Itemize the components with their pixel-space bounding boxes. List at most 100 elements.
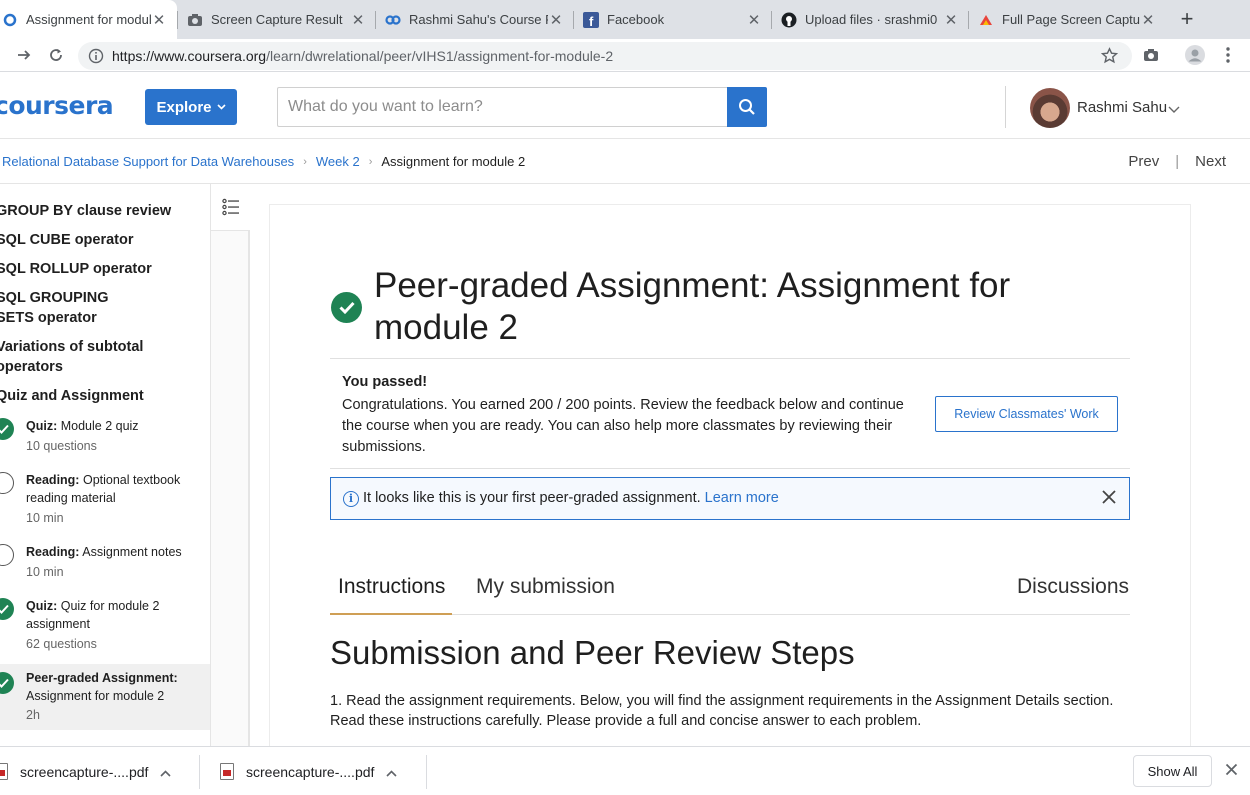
close-icon[interactable] bbox=[1101, 489, 1117, 510]
site-header: coursera Explore Rashmi Sahu bbox=[0, 72, 1250, 139]
browser-tab-active[interactable]: Assignment for module ✕ bbox=[0, 0, 177, 39]
breadcrumb-week-link[interactable]: Week 2 bbox=[316, 154, 360, 169]
tab-close-icon[interactable]: ✕ bbox=[548, 11, 564, 29]
coursera-favicon-icon bbox=[2, 12, 18, 28]
section-heading: Submission and Peer Review Steps bbox=[330, 634, 855, 671]
sidebar-lesson-grouping-sets[interactable]: SQL GROUPING SETS operator bbox=[0, 288, 146, 328]
sidebar-item-textbook-reading[interactable]: Reading: Optional textbook reading mater… bbox=[0, 466, 210, 538]
outline-toggle-button[interactable] bbox=[211, 184, 250, 231]
search-input[interactable] bbox=[278, 88, 727, 126]
tab-separator bbox=[573, 11, 574, 29]
tab-title: Rashmi Sahu's Course F bbox=[409, 12, 548, 27]
tab-my-submission[interactable]: My submission bbox=[476, 575, 615, 599]
passed-heading: You passed! bbox=[342, 374, 428, 390]
review-classmates-button[interactable]: Review Classmates' Work bbox=[935, 396, 1118, 432]
tab-close-icon[interactable]: ✕ bbox=[350, 11, 366, 29]
browser-menu-icon[interactable] bbox=[1218, 45, 1238, 65]
download-item[interactable]: screencapture-....pdf bbox=[0, 747, 171, 795]
chevron-up-icon[interactable] bbox=[386, 764, 397, 780]
download-separator bbox=[199, 755, 200, 789]
browser-tab[interactable]: Full Page Screen Captu ✕ bbox=[978, 0, 1164, 39]
tab-instructions[interactable]: Instructions bbox=[338, 575, 445, 599]
tab-close-icon[interactable]: ✕ bbox=[943, 11, 959, 29]
breadcrumb-current: Assignment for module 2 bbox=[381, 154, 526, 169]
downloads-bar: screencapture-....pdf screencapture-....… bbox=[0, 746, 1250, 795]
section-paragraph: 1. Read the assignment requirements. Bel… bbox=[330, 693, 1114, 729]
browser-tab-strip: Assignment for module ✕ Screen Capture R… bbox=[0, 0, 1250, 39]
browser-tab[interactable]: Upload files · srashmi0 ✕ bbox=[781, 0, 967, 39]
show-all-button[interactable]: Show All bbox=[1133, 755, 1212, 787]
download-item[interactable]: screencapture-....pdf bbox=[220, 747, 397, 795]
sidebar-item-module-2-quiz[interactable]: Quiz: Module 2 quiz 10 questions bbox=[0, 412, 210, 466]
sidebar-item-meta: 10 min bbox=[26, 565, 64, 579]
active-tab-underline bbox=[330, 613, 452, 615]
sidebar-lesson-cube[interactable]: SQL CUBE operator bbox=[0, 230, 196, 250]
sidebar-item-label: Reading: Assignment notes bbox=[26, 545, 182, 559]
search-button[interactable] bbox=[727, 87, 767, 127]
user-name[interactable]: Rashmi Sahu bbox=[1077, 99, 1167, 116]
chevron-right-icon: › bbox=[303, 155, 307, 168]
chevron-right-icon: › bbox=[368, 155, 373, 168]
sidebar-lesson-rollup[interactable]: SQL ROLLUP operator bbox=[0, 259, 196, 279]
chevron-up-icon[interactable] bbox=[160, 764, 171, 780]
download-separator bbox=[426, 755, 427, 789]
profile-avatar-icon[interactable] bbox=[1185, 45, 1205, 65]
new-tab-button[interactable]: + bbox=[1177, 8, 1197, 30]
sidebar-lesson-variations[interactable]: Variations of subtotal operators bbox=[0, 337, 156, 377]
sidebar-item-meta: 10 questions bbox=[26, 439, 97, 453]
github-favicon-icon bbox=[781, 12, 797, 28]
tab-close-icon[interactable]: ✕ bbox=[151, 11, 167, 29]
reading-book-icon bbox=[0, 472, 14, 494]
breadcrumb-course-link[interactable]: Relational Database Support for Data War… bbox=[2, 154, 294, 169]
tab-close-icon[interactable]: ✕ bbox=[1140, 11, 1156, 29]
avatar[interactable] bbox=[1030, 88, 1070, 128]
chevron-down-icon bbox=[216, 104, 226, 110]
tab-close-icon[interactable]: ✕ bbox=[746, 11, 762, 29]
sidebar-item-meta: 2h bbox=[26, 708, 40, 722]
bookmark-star-icon[interactable] bbox=[1100, 47, 1119, 69]
tab-discussions[interactable]: Discussions bbox=[1017, 575, 1129, 599]
tab-separator bbox=[968, 11, 969, 29]
tab-title: Screen Capture Result bbox=[211, 12, 343, 27]
sidebar-item-assignment-notes[interactable]: Reading: Assignment notes 10 min bbox=[0, 538, 210, 592]
download-filename: screencapture-....pdf bbox=[246, 763, 375, 780]
chevron-down-icon[interactable] bbox=[1168, 101, 1180, 119]
coursera-logo[interactable]: coursera bbox=[0, 91, 114, 120]
sidebar-item-peer-assignment[interactable]: Peer-graded Assignment: Assignment for m… bbox=[0, 664, 210, 730]
check-circle-icon bbox=[331, 292, 362, 323]
next-link[interactable]: Next bbox=[1195, 153, 1226, 170]
explore-button[interactable]: Explore bbox=[145, 89, 237, 125]
tab-title: Full Page Screen Captu bbox=[1002, 12, 1140, 27]
header-divider bbox=[1005, 86, 1006, 128]
check-circle-icon bbox=[0, 418, 14, 440]
address-bar[interactable]: https://www.coursera.org/learn/dwrelatio… bbox=[78, 42, 1132, 70]
browser-tab[interactable]: Screen Capture Result ✕ bbox=[187, 0, 374, 39]
close-icon[interactable] bbox=[1225, 763, 1238, 781]
site-info-icon[interactable] bbox=[88, 48, 104, 69]
facebook-favicon-icon: f bbox=[583, 11, 599, 28]
sidebar-lesson-quiz-assignment[interactable]: Quiz and Assignment bbox=[0, 386, 196, 406]
url-path: /learn/dwrelational/peer/vIHS1/assignmen… bbox=[266, 48, 614, 64]
check-circle-icon bbox=[0, 672, 14, 694]
tab-title: Facebook bbox=[607, 12, 665, 27]
forward-arrow-icon[interactable] bbox=[14, 45, 34, 65]
sidebar-lesson-group-by[interactable]: GROUP BY clause review bbox=[0, 201, 196, 221]
sidebar-item-label: Peer-graded Assignment: Assignment for m… bbox=[26, 671, 178, 703]
coursera-favicon-icon bbox=[385, 12, 401, 28]
sidebar-item-assignment-quiz[interactable]: Quiz: Quiz for module 2 assignment 62 qu… bbox=[0, 592, 210, 664]
search-field[interactable] bbox=[277, 87, 727, 127]
screen-capture-favicon-icon bbox=[978, 12, 994, 28]
camera-extension-icon[interactable] bbox=[1141, 45, 1161, 65]
sidebar-item-label: Reading: Optional textbook reading mater… bbox=[26, 473, 181, 505]
search-icon bbox=[739, 99, 755, 115]
browser-tab[interactable]: f Facebook ✕ bbox=[583, 0, 770, 39]
reload-icon[interactable] bbox=[46, 45, 66, 65]
sidebar-item-meta: 10 min bbox=[26, 511, 64, 525]
learn-more-link[interactable]: Learn more bbox=[705, 490, 779, 506]
browser-tab[interactable]: Rashmi Sahu's Course F ✕ bbox=[385, 0, 572, 39]
svg-text:f: f bbox=[589, 14, 594, 28]
sidebar-item-label: Quiz: Quiz for module 2 assignment bbox=[26, 599, 160, 631]
sidebar-rail bbox=[211, 231, 250, 746]
prev-link[interactable]: Prev bbox=[1128, 153, 1159, 170]
tab-separator bbox=[375, 11, 376, 29]
